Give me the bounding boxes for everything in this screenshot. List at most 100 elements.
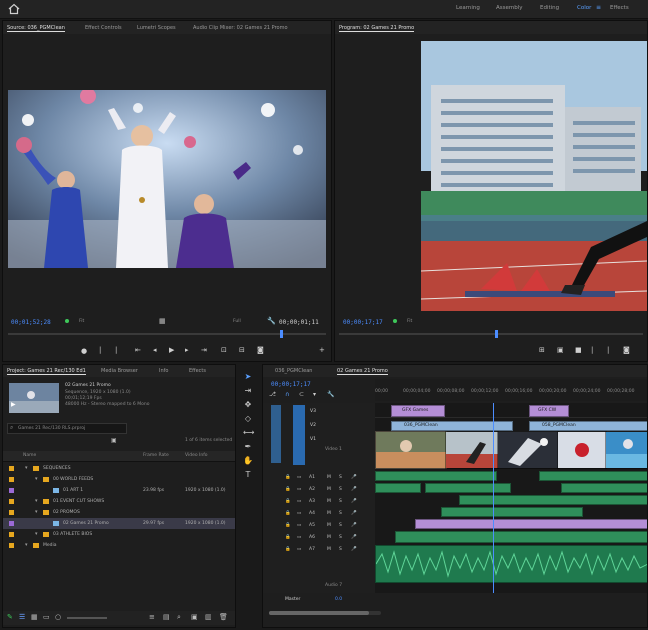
mic-icon[interactable]: 🎤 [351, 487, 357, 492]
col-video-info[interactable]: Video Info [185, 453, 208, 458]
clip-v2-b[interactable]: 058_PGMClean [529, 421, 647, 431]
lock-icon[interactable]: 🔒 [285, 535, 291, 540]
step-back-icon[interactable]: ◂ [153, 346, 157, 354]
mute-icon[interactable]: M [327, 511, 331, 516]
solo-icon[interactable]: S [339, 499, 342, 504]
solo-icon[interactable]: S [339, 535, 342, 540]
list-view-icon[interactable]: ☰ [19, 613, 25, 621]
track-label-v2[interactable]: V2 [310, 423, 316, 428]
clip-v2[interactable]: 036_PGMClean [391, 421, 513, 431]
clip-a1-b[interactable] [539, 471, 647, 481]
mute-icon[interactable]: M [327, 535, 331, 540]
clip-a4[interactable] [441, 507, 583, 517]
go-to-in-icon[interactable]: | [115, 346, 117, 354]
search-field[interactable]: ⌕ Games 21 Rec/130 RLS.prproj [7, 423, 127, 434]
disclosure-triangle-icon[interactable]: ▾ [35, 531, 38, 537]
tab-timeline-promo[interactable]: 02 Games 21 Promo [337, 368, 388, 375]
timeline-timecode[interactable]: 00;00;17;17 [271, 381, 311, 388]
mic-icon[interactable]: 🎤 [351, 499, 357, 504]
go-to-out-icon[interactable]: ⇥ [201, 346, 207, 354]
solo-icon[interactable]: S [339, 511, 342, 516]
safe-margins-icon[interactable]: ▦ [159, 317, 166, 325]
nest-icon[interactable]: ⎇ [269, 391, 276, 398]
overwrite-icon[interactable]: ⊟ [239, 346, 245, 354]
timeline-settings-icon[interactable]: 🔧 [327, 391, 334, 398]
project-row[interactable]: ▾ 01 EVENT CUT SHOWS [3, 496, 235, 507]
program-video-frame[interactable] [421, 41, 647, 311]
clip-v1-japan[interactable] [557, 431, 607, 469]
track-label-audio[interactable]: A1 [309, 475, 315, 480]
add-button-icon[interactable]: + [319, 346, 325, 354]
mic-icon[interactable]: 🎤 [351, 547, 357, 552]
source-playhead[interactable] [280, 330, 283, 338]
source-timecode-in[interactable]: 00;01;52;28 [11, 319, 51, 326]
mute-icon[interactable]: M [327, 499, 331, 504]
timeline-scrollbar[interactable] [269, 611, 381, 615]
pen-tool-icon[interactable]: ✒ [243, 442, 253, 452]
project-row[interactable]: 01 ART 1 23.98 fps 1920 x 1080 (1.0) [3, 485, 235, 496]
mark-in-icon[interactable]: ● [81, 347, 87, 355]
mic-icon[interactable]: 🎤 [351, 523, 357, 528]
timeline-scroll-thumb[interactable] [269, 611, 369, 615]
step-forward-icon[interactable]: ▸ [185, 346, 189, 354]
solo-icon[interactable]: S [339, 523, 342, 528]
tab-media-browser[interactable]: Media Browser [101, 368, 138, 374]
play-icon[interactable]: ▶ [169, 346, 174, 354]
mute-icon[interactable]: M [327, 547, 331, 552]
freeform-view-icon[interactable]: ▭ [43, 613, 50, 621]
lock-icon[interactable]: 🔒 [285, 499, 291, 504]
source-patch-v[interactable] [271, 405, 281, 463]
clip-gfx-cw[interactable]: GFX CW [529, 405, 569, 417]
sync-lock-icon[interactable]: ▭ [297, 499, 301, 504]
extract-icon[interactable]: ▣ [557, 346, 564, 354]
new-bin-icon[interactable]: ▣ [111, 437, 117, 444]
program-timecode[interactable]: 00;00;17;17 [343, 319, 383, 326]
disclosure-triangle-icon[interactable]: ▾ [35, 498, 38, 504]
clip-a7-waveform[interactable] [375, 545, 647, 583]
wrench-icon[interactable]: 🔧 [267, 317, 276, 325]
track-label-audio[interactable]: A6 [309, 535, 315, 540]
mic-icon[interactable]: 🎤 [351, 535, 357, 540]
lock-icon[interactable]: 🔒 [285, 487, 291, 492]
track-label-v3[interactable]: V3 [310, 409, 316, 414]
tab-audio-clip-mixer[interactable]: Audio Clip Mixer: 02 Games 21 Promo [193, 25, 288, 31]
clip-a1[interactable] [375, 471, 497, 481]
program-scrub-bar[interactable] [339, 330, 643, 338]
source-scrub-bar[interactable] [8, 330, 326, 338]
tab-timeline-036[interactable]: 036_PGMClean [275, 368, 312, 374]
clip-a5-purple[interactable] [415, 519, 647, 529]
timeline-playhead[interactable] [493, 403, 494, 593]
disclosure-triangle-icon[interactable]: ▾ [25, 465, 28, 471]
trash-icon[interactable]: 🗑 [219, 613, 228, 621]
new-item-icon[interactable]: ▥ [205, 613, 212, 621]
clip-v1-pool[interactable] [605, 431, 647, 469]
track-label-audio[interactable]: A3 [309, 499, 315, 504]
find-icon[interactable]: ⌕ [177, 613, 181, 622]
clip-a3[interactable] [459, 495, 647, 505]
lock-icon[interactable]: 🔒 [285, 547, 291, 552]
tab-info[interactable]: Info [159, 368, 168, 374]
track-label-audio[interactable]: A4 [309, 511, 315, 516]
sync-lock-icon[interactable]: ▭ [297, 487, 301, 492]
zoom-out-icon[interactable]: ○ [55, 613, 61, 621]
clip-v1-swim[interactable] [497, 431, 559, 469]
disclosure-triangle-icon[interactable]: ▾ [35, 476, 38, 482]
tab-program[interactable]: Program: 02 Games 21 Promo [339, 25, 415, 32]
solo-icon[interactable]: S [339, 487, 342, 492]
camera-icon[interactable]: ◙ [623, 346, 630, 354]
clip-a2[interactable] [375, 483, 421, 493]
lock-icon[interactable]: 🔒 [285, 511, 291, 516]
solo-icon[interactable]: S [339, 475, 342, 480]
project-row[interactable]: ▾ Media [3, 540, 235, 551]
sort-icon[interactable]: ≡ [149, 613, 155, 621]
add-marker-icon[interactable]: ▾ [313, 391, 316, 398]
trim-icon[interactable]: | [591, 346, 593, 354]
program-fit-select[interactable]: Fit [407, 319, 412, 324]
slip-tool-icon[interactable]: ⟷ [243, 428, 254, 438]
home-icon[interactable] [8, 3, 20, 15]
col-frame-rate[interactable]: Frame Rate [143, 453, 169, 458]
disclosure-triangle-icon[interactable]: ▾ [35, 509, 38, 515]
workspace-learning[interactable]: Learning [456, 5, 480, 11]
go-to-in-point-icon[interactable]: ⇤ [135, 346, 141, 354]
workspace-color[interactable]: Color [577, 5, 591, 11]
